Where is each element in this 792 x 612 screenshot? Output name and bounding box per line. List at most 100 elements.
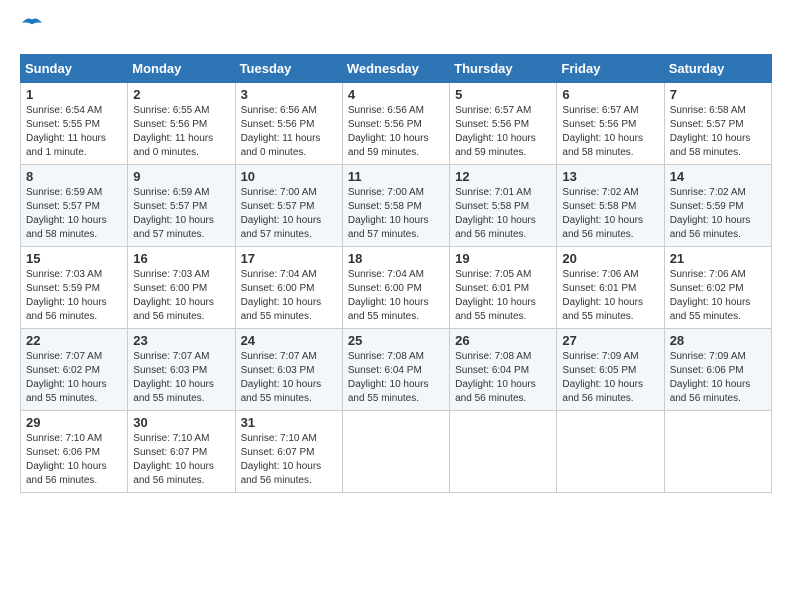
day-info: Sunrise: 7:00 AMSunset: 5:58 PMDaylight:… bbox=[348, 186, 444, 242]
calendar-day-header: Saturday bbox=[664, 55, 771, 83]
calendar-day-cell: 6 Sunrise: 6:57 AMSunset: 5:56 PMDaylight… bbox=[557, 83, 664, 165]
calendar-day-cell bbox=[557, 411, 664, 493]
calendar-day-cell: 9 Sunrise: 6:59 AMSunset: 5:57 PMDaylight… bbox=[128, 165, 235, 247]
calendar-day-cell: 14Sunrise: 7:02 AMSunset: 5:59 PMDayligh… bbox=[664, 165, 771, 247]
day-number: 17 bbox=[241, 251, 337, 266]
calendar-day-cell: 16 Sunrise: 7:03 AMSunset: 6:00 PMDayligh… bbox=[128, 247, 235, 329]
calendar-day-cell: 15 Sunrise: 7:03 AMSunset: 5:59 PMDayligh… bbox=[21, 247, 128, 329]
calendar-day-cell: 5 Sunrise: 6:57 AMSunset: 5:56 PMDaylight… bbox=[450, 83, 557, 165]
day-number: 16 bbox=[133, 251, 229, 266]
day-info: Sunrise: 7:06 AMSunset: 6:01 PMDaylight:… bbox=[562, 268, 658, 324]
day-info: Sunrise: 7:02 AMSunset: 5:58 PMDaylight:… bbox=[562, 186, 658, 242]
day-info: Sunrise: 6:57 AMSunset: 5:56 PMDaylight:… bbox=[455, 104, 551, 160]
day-info: Sunrise: 7:07 AMSunset: 6:03 PMDaylight:… bbox=[241, 350, 337, 406]
day-number: 25 bbox=[348, 333, 444, 348]
calendar-week-row: 15 Sunrise: 7:03 AMSunset: 5:59 PMDayligh… bbox=[21, 247, 772, 329]
day-number: 29 bbox=[26, 415, 122, 430]
calendar-day-cell: 1 Sunrise: 6:54 AMSunset: 5:55 PMDaylight… bbox=[21, 83, 128, 165]
day-info: Sunrise: 6:54 AMSunset: 5:55 PMDaylight:… bbox=[26, 104, 122, 160]
logo bbox=[20, 20, 42, 44]
day-info: Sunrise: 7:03 AMSunset: 5:59 PMDaylight:… bbox=[26, 268, 122, 324]
calendar-day-cell: 17 Sunrise: 7:04 AMSunset: 6:00 PMDayligh… bbox=[235, 247, 342, 329]
calendar-day-header: Sunday bbox=[21, 55, 128, 83]
day-info: Sunrise: 7:09 AMSunset: 6:06 PMDaylight:… bbox=[670, 350, 766, 406]
day-number: 9 bbox=[133, 169, 229, 184]
calendar-day-cell: 11 Sunrise: 7:00 AMSunset: 5:58 PMDayligh… bbox=[342, 165, 449, 247]
calendar-day-cell: 22Sunrise: 7:07 AMSunset: 6:02 PMDayligh… bbox=[21, 329, 128, 411]
day-info: Sunrise: 6:57 AMSunset: 5:56 PMDaylight:… bbox=[562, 104, 658, 160]
day-number: 21 bbox=[670, 251, 766, 266]
page-header bbox=[20, 20, 772, 44]
day-info: Sunrise: 7:08 AMSunset: 6:04 PMDaylight:… bbox=[348, 350, 444, 406]
calendar-table: SundayMondayTuesdayWednesdayThursdayFrid… bbox=[20, 54, 772, 493]
day-number: 7 bbox=[670, 87, 766, 102]
day-info: Sunrise: 7:04 AMSunset: 6:00 PMDaylight:… bbox=[348, 268, 444, 324]
calendar-week-row: 1 Sunrise: 6:54 AMSunset: 5:55 PMDaylight… bbox=[21, 83, 772, 165]
day-number: 3 bbox=[241, 87, 337, 102]
calendar-day-header: Friday bbox=[557, 55, 664, 83]
logo-bird-icon bbox=[22, 16, 42, 30]
calendar-day-cell: 21 Sunrise: 7:06 AMSunset: 6:02 PMDayligh… bbox=[664, 247, 771, 329]
day-info: Sunrise: 7:01 AMSunset: 5:58 PMDaylight:… bbox=[455, 186, 551, 242]
calendar-day-cell: 10 Sunrise: 7:00 AMSunset: 5:57 PMDayligh… bbox=[235, 165, 342, 247]
day-number: 31 bbox=[241, 415, 337, 430]
calendar-day-header: Thursday bbox=[450, 55, 557, 83]
calendar-header-row: SundayMondayTuesdayWednesdayThursdayFrid… bbox=[21, 55, 772, 83]
day-info: Sunrise: 7:04 AMSunset: 6:00 PMDaylight:… bbox=[241, 268, 337, 324]
day-number: 6 bbox=[562, 87, 658, 102]
calendar-week-row: 29 Sunrise: 7:10 AMSunset: 6:06 PMDayligh… bbox=[21, 411, 772, 493]
day-number: 10 bbox=[241, 169, 337, 184]
calendar-week-row: 22Sunrise: 7:07 AMSunset: 6:02 PMDayligh… bbox=[21, 329, 772, 411]
calendar-day-cell: 25 Sunrise: 7:08 AMSunset: 6:04 PMDayligh… bbox=[342, 329, 449, 411]
calendar-day-cell: 26 Sunrise: 7:08 AMSunset: 6:04 PMDayligh… bbox=[450, 329, 557, 411]
calendar-day-cell: 3 Sunrise: 6:56 AMSunset: 5:56 PMDaylight… bbox=[235, 83, 342, 165]
day-info: Sunrise: 7:06 AMSunset: 6:02 PMDaylight:… bbox=[670, 268, 766, 324]
day-number: 8 bbox=[26, 169, 122, 184]
calendar-day-cell bbox=[342, 411, 449, 493]
calendar-day-cell: 23Sunrise: 7:07 AMSunset: 6:03 PMDayligh… bbox=[128, 329, 235, 411]
day-info: Sunrise: 7:00 AMSunset: 5:57 PMDaylight:… bbox=[241, 186, 337, 242]
day-info: Sunrise: 6:56 AMSunset: 5:56 PMDaylight:… bbox=[241, 104, 337, 160]
day-info: Sunrise: 7:07 AMSunset: 6:02 PMDaylight:… bbox=[26, 350, 122, 406]
calendar-day-cell: 27Sunrise: 7:09 AMSunset: 6:05 PMDayligh… bbox=[557, 329, 664, 411]
day-number: 27 bbox=[562, 333, 658, 348]
calendar-day-cell: 13Sunrise: 7:02 AMSunset: 5:58 PMDayligh… bbox=[557, 165, 664, 247]
day-number: 12 bbox=[455, 169, 551, 184]
day-number: 18 bbox=[348, 251, 444, 266]
calendar-day-cell: 20 Sunrise: 7:06 AMSunset: 6:01 PMDayligh… bbox=[557, 247, 664, 329]
day-info: Sunrise: 7:07 AMSunset: 6:03 PMDaylight:… bbox=[133, 350, 229, 406]
calendar-day-header: Wednesday bbox=[342, 55, 449, 83]
day-number: 1 bbox=[26, 87, 122, 102]
calendar-day-cell: 2Sunrise: 6:55 AMSunset: 5:56 PMDaylight… bbox=[128, 83, 235, 165]
day-info: Sunrise: 7:05 AMSunset: 6:01 PMDaylight:… bbox=[455, 268, 551, 324]
day-number: 2 bbox=[133, 87, 229, 102]
day-number: 26 bbox=[455, 333, 551, 348]
day-info: Sunrise: 6:59 AMSunset: 5:57 PMDaylight:… bbox=[133, 186, 229, 242]
day-info: Sunrise: 6:56 AMSunset: 5:56 PMDaylight:… bbox=[348, 104, 444, 160]
calendar-day-header: Monday bbox=[128, 55, 235, 83]
day-info: Sunrise: 6:59 AMSunset: 5:57 PMDaylight:… bbox=[26, 186, 122, 242]
day-info: Sunrise: 7:08 AMSunset: 6:04 PMDaylight:… bbox=[455, 350, 551, 406]
calendar-day-cell: 18 Sunrise: 7:04 AMSunset: 6:00 PMDayligh… bbox=[342, 247, 449, 329]
calendar-day-cell bbox=[450, 411, 557, 493]
day-number: 28 bbox=[670, 333, 766, 348]
day-number: 15 bbox=[26, 251, 122, 266]
day-number: 19 bbox=[455, 251, 551, 266]
day-number: 30 bbox=[133, 415, 229, 430]
calendar-day-cell: 12 Sunrise: 7:01 AMSunset: 5:58 PMDayligh… bbox=[450, 165, 557, 247]
calendar-day-cell: 8 Sunrise: 6:59 AMSunset: 5:57 PMDaylight… bbox=[21, 165, 128, 247]
day-info: Sunrise: 7:10 AMSunset: 6:07 PMDaylight:… bbox=[241, 432, 337, 488]
day-info: Sunrise: 7:03 AMSunset: 6:00 PMDaylight:… bbox=[133, 268, 229, 324]
calendar-day-cell: 24 Sunrise: 7:07 AMSunset: 6:03 PMDayligh… bbox=[235, 329, 342, 411]
day-number: 20 bbox=[562, 251, 658, 266]
day-number: 24 bbox=[241, 333, 337, 348]
calendar-day-cell: 29 Sunrise: 7:10 AMSunset: 6:06 PMDayligh… bbox=[21, 411, 128, 493]
day-number: 5 bbox=[455, 87, 551, 102]
calendar-day-cell: 19 Sunrise: 7:05 AMSunset: 6:01 PMDayligh… bbox=[450, 247, 557, 329]
calendar-day-header: Tuesday bbox=[235, 55, 342, 83]
day-info: Sunrise: 7:10 AMSunset: 6:07 PMDaylight:… bbox=[133, 432, 229, 488]
day-info: Sunrise: 7:10 AMSunset: 6:06 PMDaylight:… bbox=[26, 432, 122, 488]
day-info: Sunrise: 6:58 AMSunset: 5:57 PMDaylight:… bbox=[670, 104, 766, 160]
day-number: 11 bbox=[348, 169, 444, 184]
calendar-day-cell: 30 Sunrise: 7:10 AMSunset: 6:07 PMDayligh… bbox=[128, 411, 235, 493]
